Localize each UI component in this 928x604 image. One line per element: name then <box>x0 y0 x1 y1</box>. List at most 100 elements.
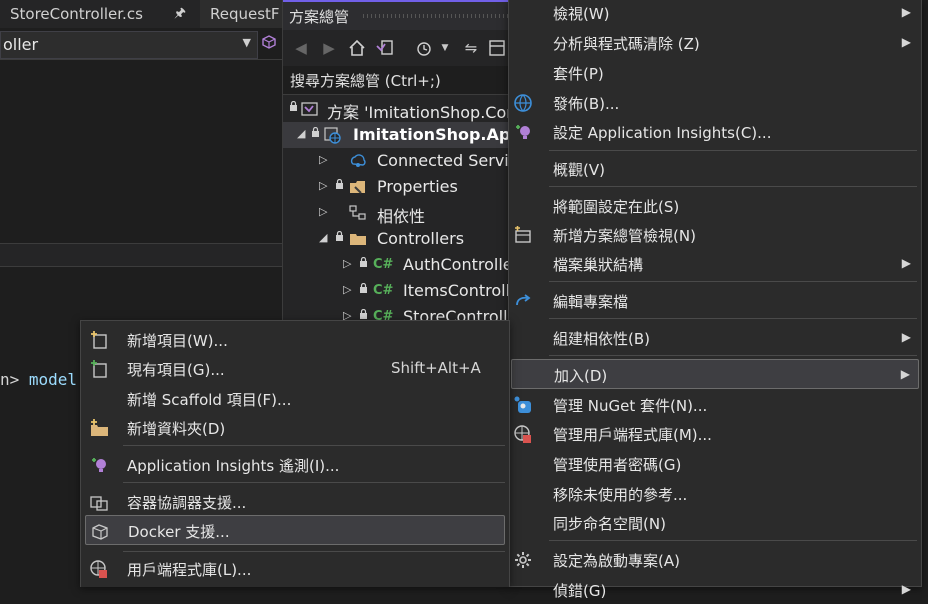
submenu-arrow-icon: ▶ <box>901 35 911 49</box>
container-orchestrator-icon <box>90 496 108 511</box>
menu-item-label: 管理 NuGet 套件(N)... <box>553 397 708 415</box>
type-dropdown[interactable]: oller ▼ <box>0 31 258 59</box>
pending-changes-filter-icon[interactable] <box>415 38 435 58</box>
tab-store-controller[interactable]: StoreController.cs 🖈 <box>0 0 209 28</box>
menu-item-app-insights-telemetry[interactable]: Application Insights 遙測(I)... <box>81 450 509 479</box>
menu-item-label: 用戶端程式庫(L)... <box>127 561 252 579</box>
menu-item-file-nesting[interactable]: 檔案巢狀結構 ▶ <box>509 249 921 278</box>
search-placeholder: 搜尋方案總管 (Ctrl+;) <box>290 72 441 90</box>
menu-item-set-startup-project[interactable]: 設定為啟動專案(A) <box>509 545 921 574</box>
lock-icon <box>290 101 297 111</box>
back-icon[interactable]: ◀ <box>291 38 311 58</box>
menu-item-label: 管理用戶端程式庫(M)... <box>553 426 712 444</box>
expanded-arrow-icon[interactable]: ◢ <box>319 231 329 244</box>
project-context-menu: 檢視(W) ▶ 分析與程式碼清除 (Z) ▶ 套件(P) 發佈(B)... 設定… <box>508 0 922 600</box>
home-icon[interactable] <box>347 38 367 58</box>
add-submenu: 新增項目(W)... 現有項目(G)... Shift+Alt+A 新增 Sca… <box>80 320 510 587</box>
tree-item-dependencies[interactable]: ▷ 相依性 <box>283 200 509 226</box>
forward-icon[interactable]: ▶ <box>319 38 339 58</box>
editor-tab-strip: StoreController.cs 🖈 RequestF <box>0 0 292 28</box>
menu-item-sync-namespaces[interactable]: 同步命名空間(N) <box>509 508 921 537</box>
menu-item-manage-client-libraries[interactable]: 管理用戶端程式庫(M)... <box>509 419 921 448</box>
menu-item-new-view[interactable]: 新增方案總管檢視(N) <box>509 220 921 249</box>
menu-item-pack[interactable]: 套件(P) <box>509 58 921 87</box>
menu-item-container-orchestrator[interactable]: 容器協調器支援... <box>81 487 509 516</box>
collapsed-arrow-icon[interactable]: ▷ <box>319 205 329 218</box>
menu-item-label: 分析與程式碼清除 (Z) <box>553 35 700 53</box>
switch-views-icon[interactable] <box>375 38 395 58</box>
tree-item-connected-services[interactable]: ▷ Connected Servic <box>283 148 509 174</box>
menu-item-scope-to-this[interactable]: 將範圍設定在此(S) <box>509 191 921 220</box>
tree-item-solution[interactable]: 方案 'ImitationShop.Con <box>283 96 509 122</box>
collapse-all-icon[interactable] <box>487 38 507 58</box>
solution-explorer-toolbar: ◀ ▶ ▼ ⇋ <box>283 30 509 66</box>
folder-icon <box>350 234 366 245</box>
menu-item-new-folder[interactable]: 新增資料夾(D) <box>81 413 509 442</box>
menu-item-analyze[interactable]: 分析與程式碼清除 (Z) ▶ <box>509 28 921 57</box>
panel-title: 方案總管 <box>289 8 350 26</box>
menu-item-debug[interactable]: 偵錯(G) ▶ <box>509 575 921 604</box>
collapsed-arrow-icon[interactable]: ▷ <box>319 179 329 192</box>
editor-splitter[interactable] <box>0 243 282 267</box>
menu-item-view[interactable]: 檢視(W) ▶ <box>509 0 921 27</box>
menu-item-label: 檢視(W) <box>553 5 610 23</box>
lock-icon <box>336 231 343 241</box>
menu-item-new-item[interactable]: 新增項目(W)... <box>81 325 509 354</box>
tree-item-label: AuthControlle <box>403 255 509 274</box>
member-cube-icon <box>262 35 276 49</box>
menu-item-add[interactable]: 加入(D) ▶ <box>511 359 919 389</box>
nuget-icon <box>514 396 531 413</box>
menu-item-client-library[interactable]: 用戶端程式庫(L)... <box>81 554 509 583</box>
solution-search-input[interactable]: 搜尋方案總管 (Ctrl+;) <box>283 66 509 95</box>
solution-explorer-titlebar[interactable]: 方案總管 <box>283 0 509 30</box>
drag-grip[interactable] <box>363 14 509 18</box>
edit-redo-arrow-icon <box>516 294 531 306</box>
tree-item-label: Properties <box>377 177 458 196</box>
menu-item-label: 新增項目(W)... <box>127 332 228 350</box>
chevron-down-icon[interactable]: ▼ <box>435 38 455 58</box>
menu-item-new-scaffold[interactable]: 新增 Scaffold 項目(F)... <box>81 384 509 413</box>
menu-item-label: 將範圍設定在此(S) <box>553 198 680 216</box>
collapsed-arrow-icon[interactable]: ▷ <box>343 283 353 296</box>
menu-item-publish[interactable]: 發佈(B)... <box>509 88 921 117</box>
menu-item-label: 發佈(B)... <box>553 95 620 113</box>
tree-item-label: ItemsControll <box>403 281 509 300</box>
menu-separator <box>549 150 917 151</box>
menu-item-label: 套件(P) <box>553 65 604 83</box>
collapsed-arrow-icon[interactable]: ▷ <box>343 257 353 270</box>
sync-icon[interactable]: ⇋ <box>461 38 481 58</box>
menu-item-label: 加入(D) <box>554 367 608 385</box>
expanded-arrow-icon[interactable]: ◢ <box>297 127 307 140</box>
tree-item-properties[interactable]: ▷ Properties <box>283 174 509 200</box>
menu-separator <box>123 482 505 483</box>
dependencies-icon <box>349 205 366 220</box>
csharp-file-icon: C# <box>373 257 394 272</box>
menu-item-docker-support[interactable]: Docker 支援... <box>85 515 505 545</box>
menu-item-label: 概觀(V) <box>553 161 605 179</box>
tab-request[interactable]: RequestF <box>200 0 292 28</box>
menu-item-build-dependencies[interactable]: 組建相依性(B) ▶ <box>509 323 921 352</box>
menu-item-manage-nuget[interactable]: 管理 NuGet 套件(N)... <box>509 390 921 419</box>
menu-item-edit-project-file[interactable]: 編輯專案檔 <box>509 286 921 315</box>
submenu-arrow-icon: ▶ <box>901 5 911 19</box>
tree-item-label: 相依性 <box>377 207 426 226</box>
collapsed-arrow-icon[interactable]: ▷ <box>319 153 329 166</box>
tree-item-project[interactable]: ◢ ImitationShop.Api <box>283 122 509 148</box>
menu-item-remove-unused-references[interactable]: 移除未使用的參考... <box>509 479 921 508</box>
menu-item-overview[interactable]: 概觀(V) <box>509 154 921 183</box>
menu-item-label: 設定 Application Insights(C)... <box>553 124 772 142</box>
menu-item-app-insights[interactable]: 設定 Application Insights(C)... <box>509 117 921 146</box>
tree-item-file[interactable]: ▷ C# ItemsControll <box>283 278 509 304</box>
connected-services-icon <box>350 154 366 167</box>
tree-item-file[interactable]: ▷ C# AuthControlle <box>283 252 509 278</box>
new-folder-icon <box>91 419 108 436</box>
submenu-arrow-icon: ▶ <box>901 330 911 344</box>
pin-icon[interactable]: 🖈 <box>174 0 186 28</box>
chevron-down-icon: ▼ <box>242 36 251 49</box>
tab-label: RequestF <box>210 5 280 23</box>
tree-item-controllers[interactable]: ◢ Controllers <box>283 226 509 252</box>
menu-item-manage-user-secrets[interactable]: 管理使用者密碼(G) <box>509 449 921 478</box>
menu-item-existing-item[interactable]: 現有項目(G)... Shift+Alt+A <box>81 354 509 383</box>
publish-globe-icon <box>514 94 532 112</box>
menu-item-label: 同步命名空間(N) <box>553 515 666 533</box>
